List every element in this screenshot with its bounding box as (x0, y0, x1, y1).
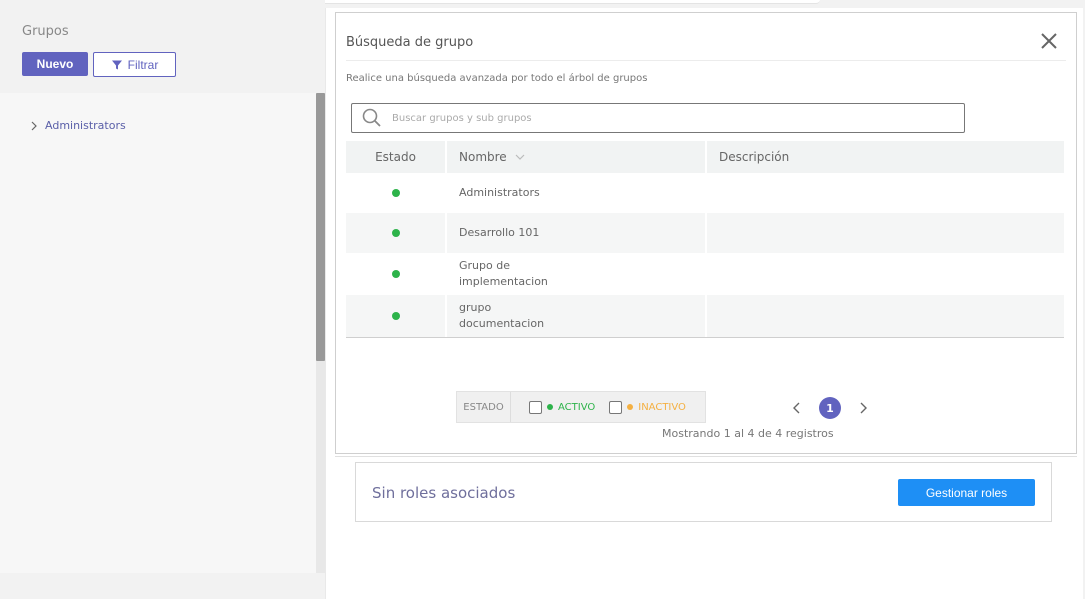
status-cell (346, 213, 445, 253)
active-label: ACTIVO (558, 401, 596, 413)
pagination: 1 (791, 397, 869, 419)
tree-item-administrators[interactable]: Administrators (30, 119, 126, 132)
close-icon[interactable] (1037, 29, 1061, 53)
status-active-dot (391, 229, 400, 237)
filter-inactive-option[interactable]: INACTIVO (609, 400, 686, 414)
name-cell: Desarrollo 101 (445, 213, 705, 253)
no-roles-text: Sin roles asociados (372, 484, 516, 502)
filter-button-label: Filtrar (127, 57, 159, 72)
funnel-icon (111, 60, 122, 69)
modal-divider (346, 60, 1066, 61)
active-checkbox[interactable] (529, 400, 542, 414)
status-active-dot (391, 270, 400, 278)
new-group-button[interactable]: Nuevo (22, 52, 88, 76)
table-row[interactable]: Grupo de implementacion (346, 253, 1064, 295)
records-count: Mostrando 1 al 4 de 4 registros (662, 427, 834, 440)
groups-panel: Grupos Nuevo Filtrar Administrators (0, 0, 325, 599)
table-row[interactable]: grupo documentacion (346, 295, 1064, 337)
section-divider (335, 456, 1077, 457)
name-cell: Grupo de implementacion (445, 253, 705, 295)
chevron-right-icon[interactable] (857, 401, 869, 415)
status-active-dot (391, 312, 400, 320)
table-bottom-border (346, 337, 1064, 338)
table-header: Estado Nombre Descripción (346, 141, 1064, 173)
groups-tree: Administrators (0, 93, 316, 573)
filter-button[interactable]: Filtrar (93, 52, 176, 77)
column-descripcion[interactable]: Descripción (705, 141, 1064, 173)
inactive-label: INACTIVO (638, 401, 686, 413)
status-cell (346, 253, 445, 295)
chevron-right-icon[interactable] (30, 121, 38, 131)
name-text: Grupo de implementacion (459, 259, 548, 288)
sort-chevron-icon[interactable] (515, 153, 525, 161)
chevron-left-icon[interactable] (791, 401, 803, 415)
manage-roles-button[interactable]: Gestionar roles (898, 479, 1035, 506)
status-filter-label: ESTADO (457, 392, 511, 422)
table-row[interactable]: Desarrollo 101 (346, 213, 1064, 253)
description-cell (705, 213, 1064, 253)
inactive-checkbox[interactable] (609, 400, 623, 414)
status-active-dot (391, 189, 400, 197)
name-cell: grupo documentacion (445, 295, 705, 337)
column-nombre-label: Nombre (459, 150, 507, 164)
roles-card: Sin roles asociados Gestionar roles (355, 462, 1052, 522)
status-filter-bar: ESTADO ACTIVO INACTIVO (456, 391, 706, 423)
groups-title: Grupos (22, 24, 69, 39)
description-cell (705, 173, 1064, 213)
status-cell (346, 295, 445, 337)
modal-subtitle: Realice una búsqueda avanzada por todo e… (346, 73, 648, 84)
search-input[interactable] (392, 112, 932, 124)
modal-title: Búsqueda de grupo (346, 35, 474, 50)
page-number-current[interactable]: 1 (819, 397, 841, 419)
group-search-modal: Búsqueda de grupo Realice una búsqueda a… (335, 12, 1077, 454)
table-row[interactable]: Administrators (346, 173, 1064, 213)
description-cell (705, 295, 1064, 337)
groups-table: Estado Nombre Descripción Administrators… (346, 141, 1064, 338)
active-dot (547, 404, 553, 410)
groups-header: Grupos Nuevo Filtrar (0, 0, 325, 93)
name-cell: Administrators (445, 173, 705, 213)
search-box[interactable] (351, 103, 965, 133)
name-text: grupo documentacion (459, 301, 545, 330)
column-estado[interactable]: Estado (346, 141, 445, 173)
description-cell (705, 253, 1064, 295)
filter-active-option[interactable]: ACTIVO (529, 400, 596, 414)
search-icon (362, 108, 381, 127)
column-nombre[interactable]: Nombre (445, 141, 705, 173)
scrollbar-thumb[interactable] (316, 93, 325, 361)
status-cell (346, 173, 445, 213)
inactive-dot (627, 404, 634, 410)
tree-item-label: Administrators (45, 119, 126, 132)
